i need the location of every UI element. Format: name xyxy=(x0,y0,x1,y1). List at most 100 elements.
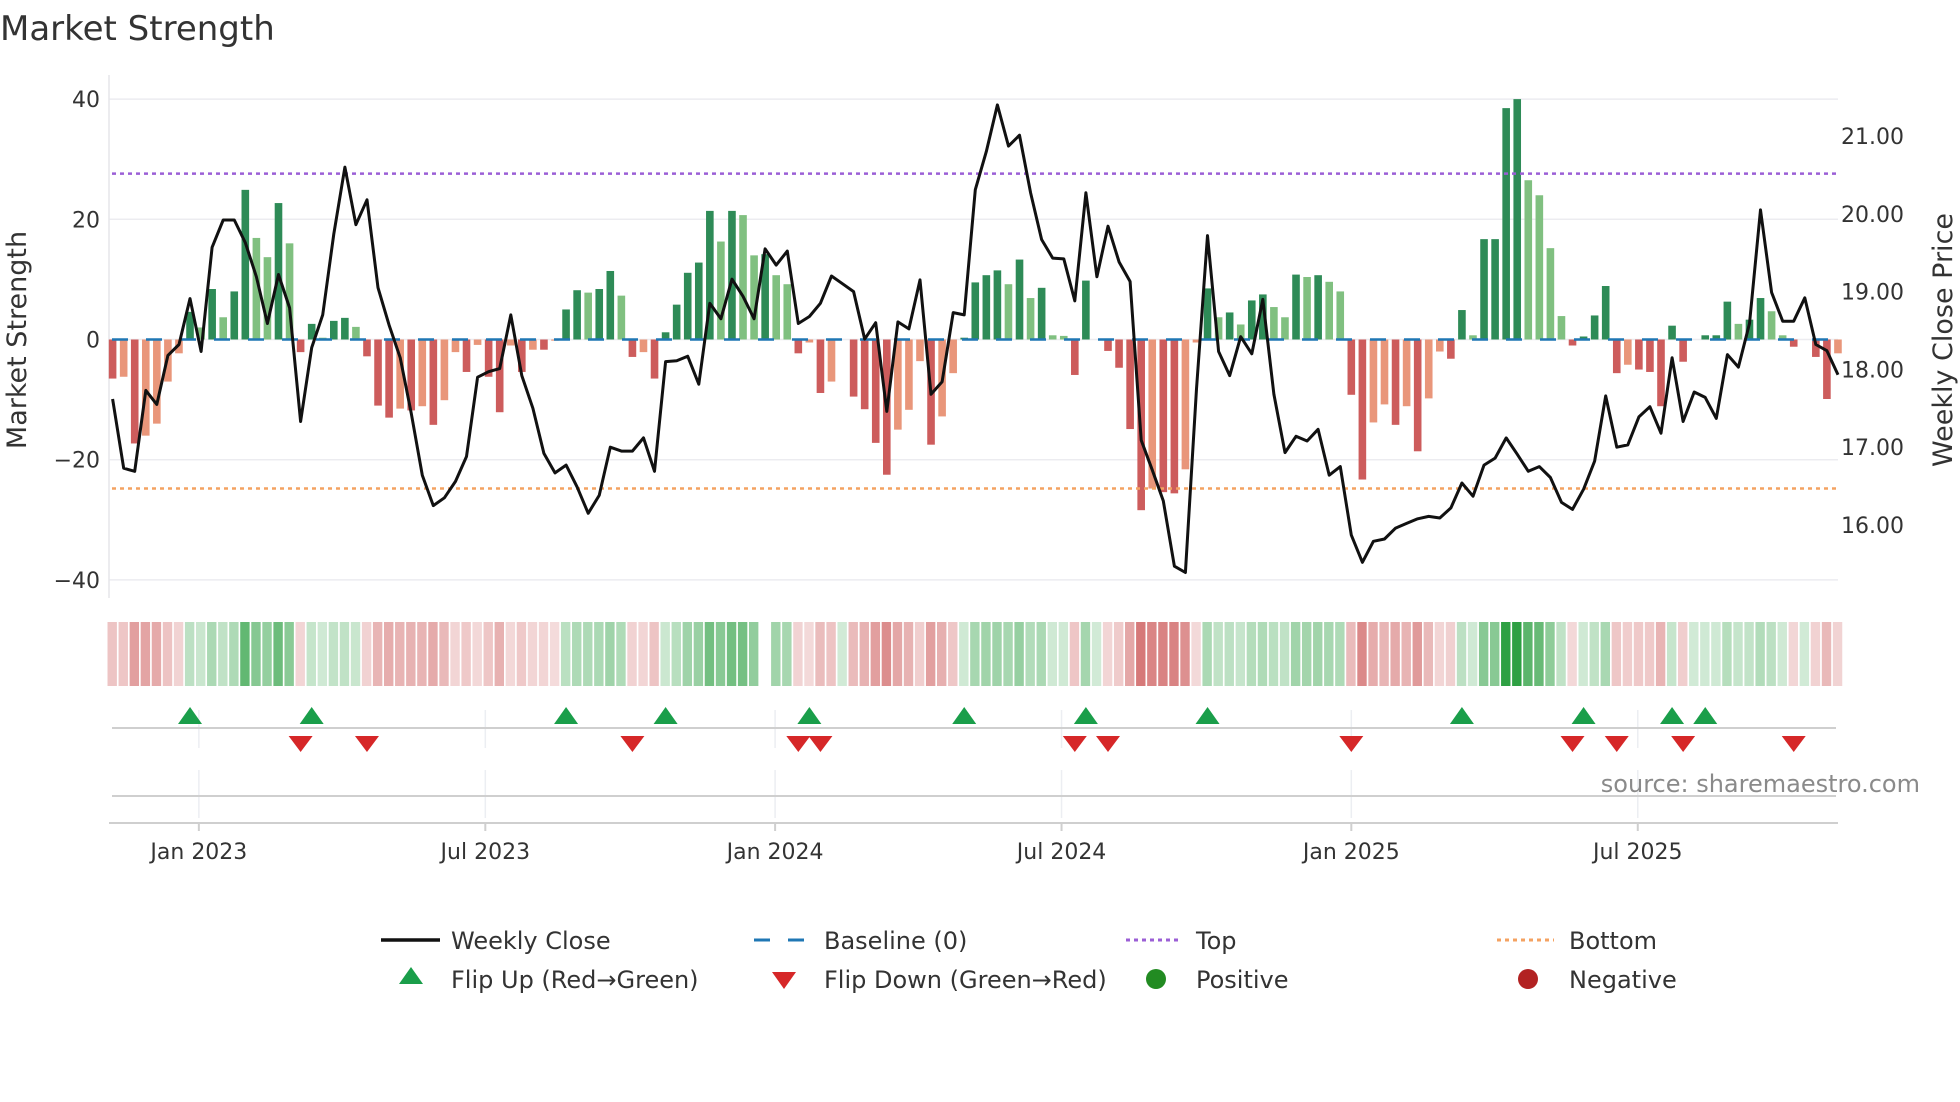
x-tick-label: Jul 2023 xyxy=(439,840,531,865)
legend-label: Top xyxy=(1195,927,1237,955)
positive-bar xyxy=(208,289,216,340)
flip-up-marker xyxy=(299,707,324,724)
x-tick-label: Jul 2024 xyxy=(1015,840,1107,865)
strip-cell xyxy=(1512,622,1522,686)
circle-green-icon xyxy=(1146,969,1166,989)
y2-tick-label: 19.00 xyxy=(1841,281,1904,306)
negative-bar xyxy=(1159,339,1168,493)
left-tick-labels: 40 20 0 −20 −40 xyxy=(54,88,100,594)
strip-cell xyxy=(1821,622,1832,686)
strip-cell xyxy=(1644,622,1655,686)
strip-cell xyxy=(1069,622,1080,686)
flip-up-marker xyxy=(1073,707,1098,724)
flip-down-marker xyxy=(1096,736,1120,752)
strip-cell xyxy=(1799,622,1810,686)
negative-bar xyxy=(141,339,150,436)
legend-weekly-close: Weekly Close xyxy=(381,927,611,955)
strip-cell xyxy=(1567,622,1577,686)
strip-cell xyxy=(560,622,571,686)
strip-cell xyxy=(771,622,781,686)
strip-cell xyxy=(583,622,593,686)
x-tick-label: Jan 2023 xyxy=(148,840,247,865)
y2-tick-label: 21.00 xyxy=(1841,125,1904,150)
strip-cell xyxy=(1058,622,1069,686)
flip-down-marker xyxy=(1062,736,1087,752)
negative-bar xyxy=(650,339,659,379)
flip-up-marker xyxy=(1571,707,1596,724)
negative-bar xyxy=(153,339,161,424)
strip-cell xyxy=(339,622,350,686)
strip-cell xyxy=(1445,622,1456,686)
negative-bar xyxy=(827,339,836,382)
strip-cell xyxy=(1666,622,1677,686)
triangle-up-icon xyxy=(399,967,423,984)
strip-cell xyxy=(1324,622,1334,686)
negative-bar xyxy=(462,339,471,372)
legend-label: Bottom xyxy=(1569,927,1657,955)
flip-up-marker xyxy=(653,707,678,724)
strip-cell xyxy=(693,622,704,686)
strip-cell xyxy=(1368,622,1378,686)
positive-bar xyxy=(1458,310,1466,340)
circle-red-icon xyxy=(1518,969,1538,989)
negative-bar xyxy=(418,339,427,407)
positive-bar xyxy=(606,270,615,340)
negative-bar xyxy=(506,339,515,346)
strip-cell xyxy=(1014,622,1024,686)
flip-markers-panel xyxy=(112,707,1836,818)
negative-bar xyxy=(905,339,913,410)
positive-bar xyxy=(1270,307,1278,340)
strip-cell xyxy=(184,622,195,686)
negative-bar xyxy=(1612,339,1621,374)
strip-cell xyxy=(638,622,648,686)
strip-cell xyxy=(1279,622,1290,686)
negative-bar xyxy=(296,339,305,353)
positive-bar xyxy=(672,304,681,340)
strip-cell xyxy=(992,622,1002,686)
strip-cell xyxy=(748,622,759,686)
flip-up-marker xyxy=(1195,707,1220,724)
strip-cell xyxy=(1357,622,1367,686)
market-strength-chart: Market Strength 40 20 0 −20 −40 21.00 20.00 19… xyxy=(0,9,1959,994)
positive-bar xyxy=(1004,284,1013,340)
negative-bar xyxy=(1115,339,1123,368)
negative-bar xyxy=(1447,339,1455,359)
negative-bar xyxy=(1646,339,1654,372)
flip-down-marker xyxy=(1671,736,1696,752)
negative-bar xyxy=(916,339,924,362)
legend-label: Flip Up (Red→Green) xyxy=(451,966,699,994)
negative-bar xyxy=(1834,339,1842,354)
positive-bar xyxy=(1668,325,1676,340)
strip-cell xyxy=(1213,622,1223,686)
positive-bar xyxy=(971,282,980,340)
positive-bar xyxy=(341,317,349,340)
positive-bar xyxy=(982,275,991,340)
positive-bar xyxy=(1336,291,1345,340)
strip-cell xyxy=(970,622,980,686)
strip-cell xyxy=(417,622,427,686)
strip-cell xyxy=(306,622,316,686)
negative-bar xyxy=(440,339,449,401)
negative-bar xyxy=(1358,339,1367,480)
strip-cell xyxy=(1600,622,1610,686)
positive-bar xyxy=(1513,99,1522,340)
strip-cell xyxy=(1733,622,1743,686)
positive-bar xyxy=(1314,275,1322,340)
positive-bar xyxy=(772,275,780,340)
strip-cell xyxy=(1689,622,1699,686)
strip-cell xyxy=(826,622,836,686)
negative-bar xyxy=(1369,339,1378,423)
strip-cell xyxy=(494,622,504,686)
strip-cell xyxy=(118,622,128,686)
positive-bar xyxy=(1502,108,1510,340)
strip-cell xyxy=(461,622,471,686)
chart-title: Market Strength xyxy=(0,9,275,49)
strip-cell xyxy=(1091,622,1102,686)
strip-cell xyxy=(1180,622,1190,686)
strip-cell xyxy=(1080,622,1091,686)
y-tick-label: 0 xyxy=(86,329,100,354)
legend-label: Negative xyxy=(1569,966,1677,994)
positive-bar xyxy=(1281,317,1289,340)
strip-cell xyxy=(406,622,416,686)
strip-cell xyxy=(704,622,715,686)
